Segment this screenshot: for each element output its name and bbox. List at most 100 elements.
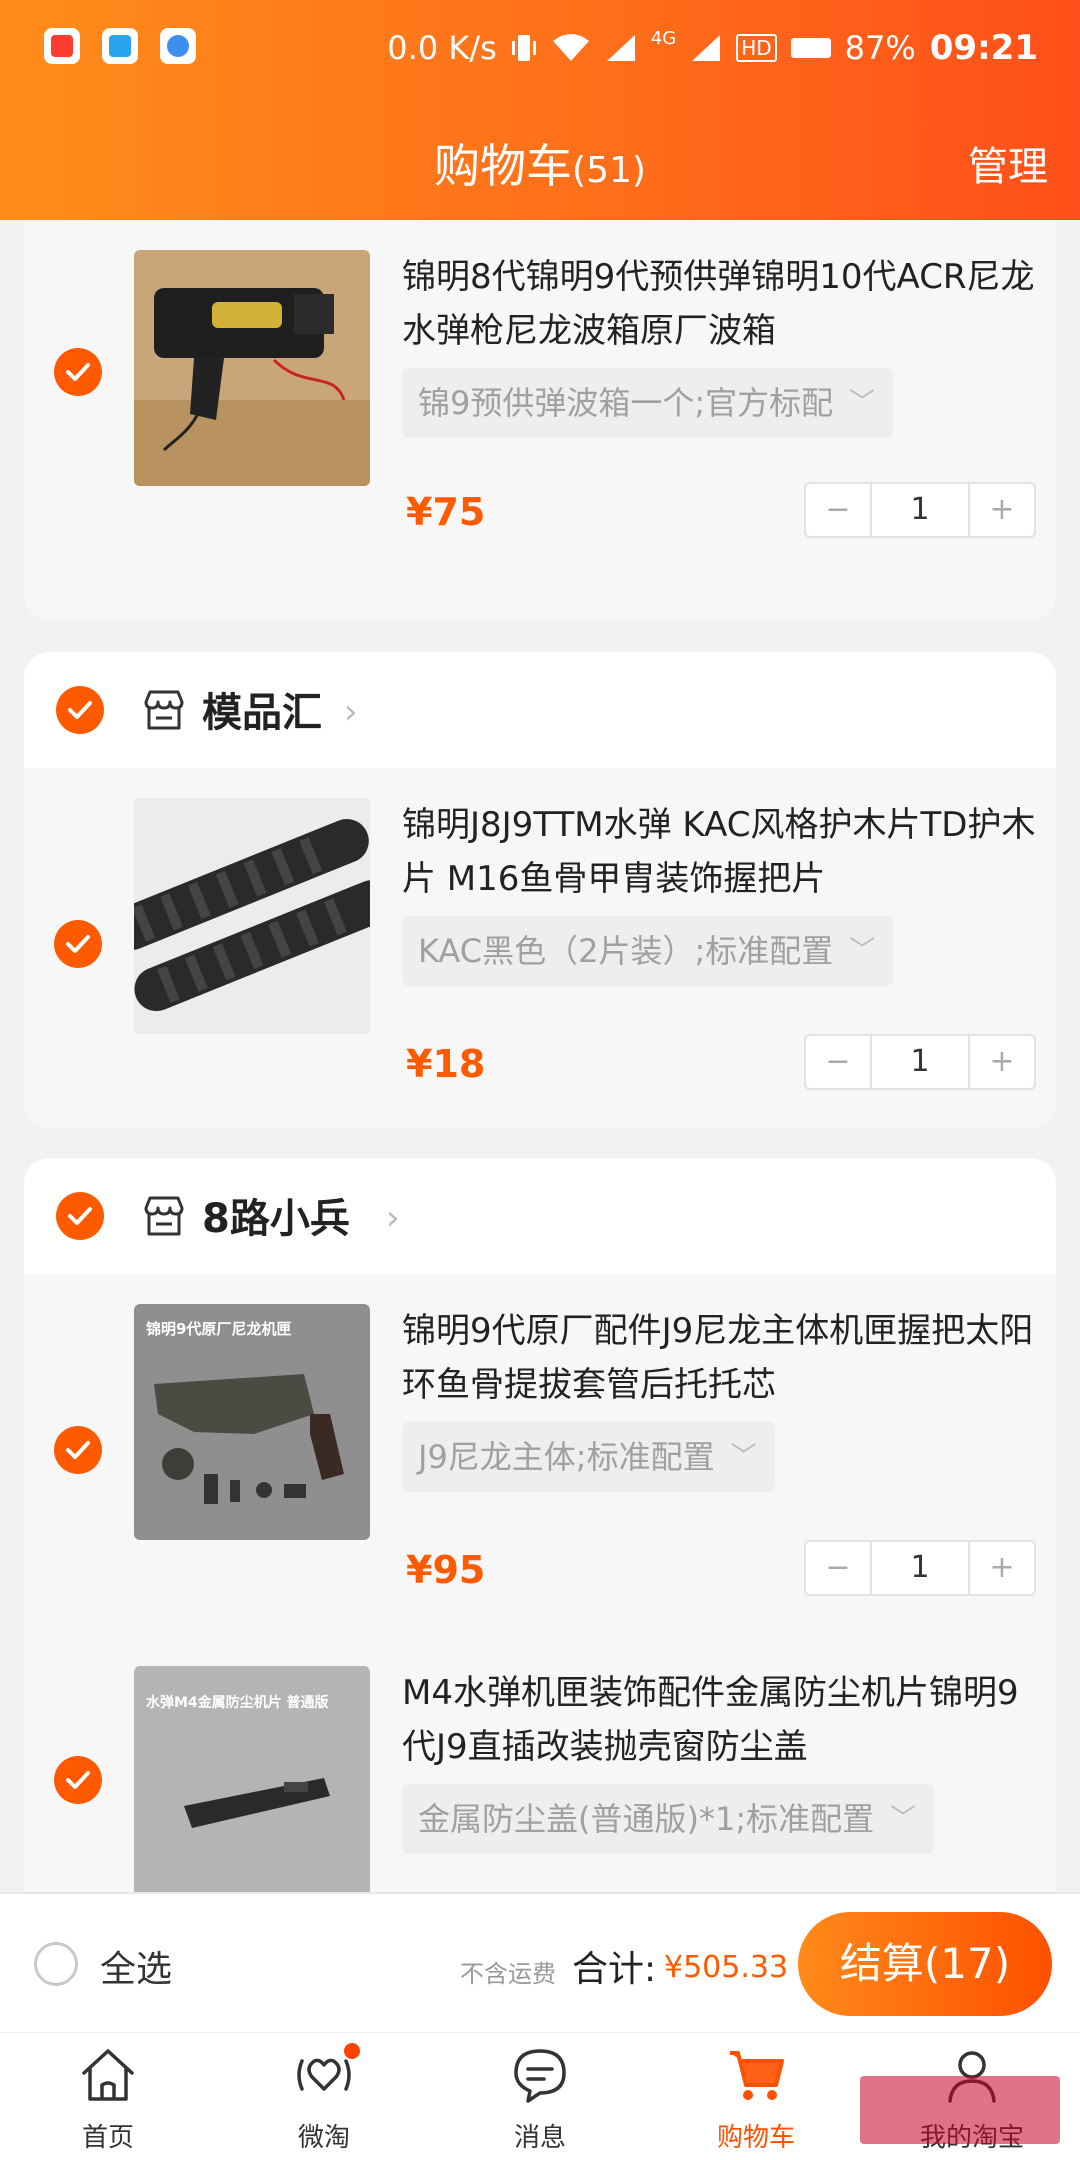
sku-selector[interactable]: 锦9预供弹波箱一个;官方标配 ﹀ [402, 368, 894, 438]
shop-name[interactable]: 模品汇 [202, 680, 322, 738]
cart-item[interactable]: 锦明J8J9TTM水弹 KAC风格护木片TD护木片 M16鱼骨甲胄装饰握把片 K… [24, 768, 1056, 1128]
tab-cart[interactable]: 购物车 [648, 2033, 864, 2160]
tab-label: 微淘 [297, 2123, 350, 2153]
cart-item[interactable]: 锦明8代锦明9代预供弹锦明10代ACR尼龙水弹枪尼龙波箱原厂波箱 锦9预供弹波箱… [24, 220, 1056, 620]
increase-button[interactable]: + [970, 1542, 1034, 1594]
battery-icon [790, 38, 831, 58]
sku-text: J9尼龙主体;标准配置 [418, 1438, 715, 1476]
check-icon [66, 363, 90, 381]
shop-checkbox[interactable] [56, 1192, 104, 1240]
cart-item[interactable]: 水弹M4金属防尘机片 普通版 M4水弹机匣装饰配件金属防尘机片锦明9代J9直插改… [24, 1636, 1056, 1892]
increase-button[interactable]: + [970, 484, 1034, 536]
item-title[interactable]: 锦明J8J9TTM水弹 KAC风格护木片TD护木片 M16鱼骨甲胄装饰握把片 [402, 798, 1042, 906]
check-icon [66, 1771, 90, 1789]
item-title[interactable]: 锦明9代原厂配件J9尼龙主体机匣握把太阳环鱼骨提拔套管后托托芯 [402, 1304, 1042, 1412]
quantity-stepper: − 1 + [804, 1540, 1036, 1596]
signal-2-icon [692, 35, 721, 61]
item-checkbox[interactable] [54, 348, 102, 396]
checkout-bar: 全选 不含运费 合计: ¥505.33 结算(17) [0, 1892, 1080, 2032]
chevron-right-icon: › [344, 692, 358, 732]
cart-list[interactable]: 锦明8代锦明9代预供弹锦明10代ACR尼龙水弹枪尼龙波箱原厂波箱 锦9预供弹波箱… [0, 220, 1080, 1892]
increase-button[interactable]: + [970, 1036, 1034, 1088]
tab-messages[interactable]: 消息 [432, 2033, 648, 2160]
tab-weitao[interactable]: 微淘 [216, 2033, 432, 2160]
sohu-app-icon [44, 28, 80, 64]
chevron-down-icon: ﹀ [849, 936, 876, 966]
quantity-value[interactable]: 1 [870, 484, 970, 536]
chevron-down-icon: ﹀ [730, 1442, 757, 1472]
sku-text: KAC黑色（2片装）;标准配置 [418, 932, 834, 970]
item-price: ¥75 [406, 490, 486, 534]
decrease-button[interactable]: − [806, 1036, 870, 1088]
net-speed: 0.0 K/s [387, 29, 497, 67]
item-checkbox[interactable] [54, 1426, 102, 1474]
quantity-stepper: − 1 + [804, 482, 1036, 538]
check-icon [68, 701, 92, 719]
quantity-stepper: − 1 + [804, 1034, 1036, 1090]
chevron-down-icon: ﹀ [890, 1804, 917, 1834]
watermark [860, 2076, 1060, 2144]
select-all-label[interactable]: 全选 [100, 1940, 172, 1992]
status-indicators: 0.0 K/s 4G HD 87% 09:21 [387, 28, 1038, 68]
quantity-value[interactable]: 1 [870, 1542, 970, 1594]
item-price: ¥18 [406, 1042, 486, 1086]
app: 0.0 K/s 4G HD 87% 09:21 购物车(51) 管理 锦明8代锦… [0, 0, 1080, 2160]
check-icon [66, 935, 90, 953]
item-checkbox[interactable] [54, 920, 102, 968]
chevron-down-icon: ﹀ [849, 388, 876, 418]
cart-icon [730, 2051, 784, 2100]
product-image[interactable]: 水弹M4金属防尘机片 普通版 [134, 1666, 370, 1892]
cart-item[interactable]: 锦明9代原厂尼龙机匣 锦明9代原厂配件J9尼龙主体机匣握把太阳环鱼骨提拔套管后托… [24, 1274, 1056, 1636]
shop-name[interactable]: 8路小兵 [202, 1186, 350, 1244]
product-image[interactable] [134, 250, 370, 486]
chevron-right-icon: › [386, 1198, 400, 1238]
total-value: ¥505.33 [664, 1950, 789, 1985]
clock: 09:21 [929, 28, 1038, 68]
check-icon [68, 1207, 92, 1225]
decrease-button[interactable]: − [806, 484, 870, 536]
tab-label: 消息 [513, 2123, 566, 2153]
page-title: 购物车(51) [0, 130, 1080, 196]
shop-card: 锦明8代锦明9代预供弹锦明10代ACR尼龙水弹枪尼龙波箱原厂波箱 锦9预供弹波箱… [24, 220, 1056, 620]
browser-app-icon [160, 28, 196, 64]
shipping-note: 不含运费 [460, 1960, 556, 1988]
sku-text: 锦9预供弹波箱一个;官方标配 [418, 384, 834, 422]
status-app-icons [44, 28, 196, 64]
product-image[interactable] [134, 798, 370, 1034]
sku-selector[interactable]: 金属防尘盖(普通版)*1;标准配置 ﹀ [402, 1784, 935, 1854]
title-bar: 购物车(51) 管理 [0, 120, 1080, 200]
shop-card: 8路小兵 › 锦明9代原厂尼龙机匣 锦明9代原厂配件J9尼龙主体机匣握把太阳环鱼… [24, 1158, 1056, 1892]
tab-home[interactable]: 首页 [0, 2033, 216, 2160]
tab-label: 首页 [81, 2123, 134, 2153]
cart-count: (51) [572, 150, 646, 191]
battery-level: 87% [844, 29, 916, 67]
decrease-button[interactable]: − [806, 1542, 870, 1594]
sku-text: 金属防尘盖(普通版)*1;标准配置 [418, 1800, 875, 1838]
product-image[interactable]: 锦明9代原厂尼龙机匣 [134, 1304, 370, 1540]
total-label: 合计: [572, 1949, 657, 1990]
sku-selector[interactable]: KAC黑色（2片装）;标准配置 ﹀ [402, 916, 894, 986]
wifi-icon [552, 34, 589, 61]
store-icon [144, 690, 184, 730]
shop-header[interactable]: 模品汇 › [24, 652, 1056, 768]
manage-button[interactable]: 管理 [968, 134, 1048, 192]
signal-icon [606, 35, 635, 61]
item-checkbox[interactable] [54, 1756, 102, 1804]
item-title[interactable]: M4水弹机匣装饰配件金属防尘机片锦明9代J9直插改装抛壳窗防尘盖 [402, 1666, 1042, 1774]
sku-selector[interactable]: J9尼龙主体;标准配置 ﹀ [402, 1422, 775, 1492]
vibrate-icon [511, 35, 536, 61]
tab-label: 购物车 [716, 2123, 795, 2153]
checkout-button[interactable]: 结算(17) [798, 1912, 1052, 2016]
chat-bubble-icon [514, 2049, 566, 2103]
header: 0.0 K/s 4G HD 87% 09:21 购物车(51) 管理 [0, 0, 1080, 220]
shop-checkbox[interactable] [56, 686, 104, 734]
notification-dot [342, 2041, 362, 2061]
select-all-checkbox[interactable] [34, 1942, 78, 1986]
shop-header[interactable]: 8路小兵 › [24, 1158, 1056, 1274]
item-title[interactable]: 锦明8代锦明9代预供弹锦明10代ACR尼龙水弹枪尼龙波箱原厂波箱 [402, 250, 1042, 358]
quantity-value[interactable]: 1 [870, 1036, 970, 1088]
item-price: ¥95 [406, 1548, 486, 1592]
network-type: 4G [650, 28, 677, 49]
home-icon [82, 2049, 134, 2101]
store-icon [144, 1196, 184, 1236]
